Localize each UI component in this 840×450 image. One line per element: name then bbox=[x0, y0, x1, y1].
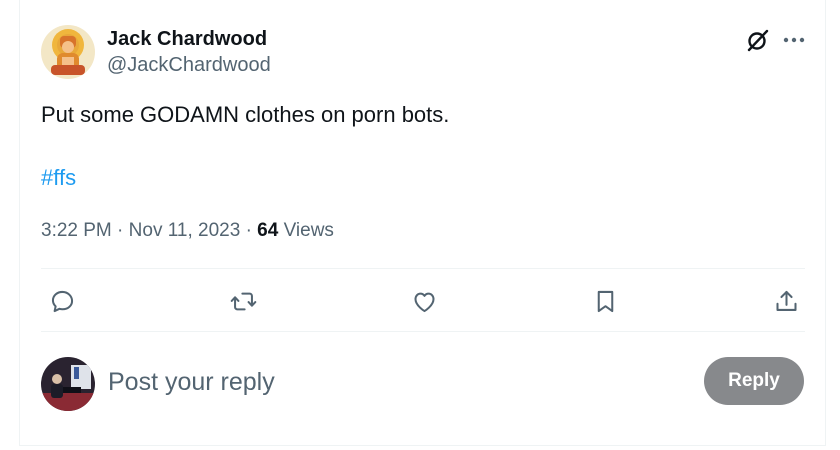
author-avatar[interactable] bbox=[41, 25, 95, 79]
post-meta: 3:22 PM · Nov 11, 2023 · 64 Views bbox=[41, 219, 334, 243]
bookmark-icon[interactable] bbox=[589, 285, 621, 317]
hashtag-link[interactable]: #ffs bbox=[41, 164, 76, 192]
post-date[interactable]: Nov 11, 2023 bbox=[129, 220, 241, 241]
reply-button[interactable]: Reply bbox=[704, 357, 804, 405]
share-icon[interactable] bbox=[770, 285, 802, 317]
more-icon[interactable] bbox=[781, 27, 807, 53]
post-text: Put some GODAMN clothes on porn bots. bbox=[41, 102, 450, 127]
meta-separator: · bbox=[245, 220, 252, 241]
divider bbox=[41, 268, 805, 269]
current-user-avatar[interactable] bbox=[41, 357, 95, 411]
reply-icon[interactable] bbox=[46, 285, 78, 317]
views-count: 64 bbox=[257, 220, 279, 241]
author-name[interactable]: Jack Chardwood bbox=[107, 27, 267, 51]
author-handle[interactable]: @JackChardwood bbox=[107, 53, 271, 77]
repost-icon[interactable] bbox=[227, 285, 259, 317]
divider bbox=[41, 331, 805, 332]
post-time[interactable]: 3:22 PM bbox=[41, 220, 112, 241]
views-label: Views bbox=[283, 220, 334, 241]
grok-icon[interactable] bbox=[745, 27, 771, 53]
meta-separator: · bbox=[117, 220, 124, 241]
reply-input[interactable] bbox=[108, 364, 668, 400]
like-icon[interactable] bbox=[408, 285, 440, 317]
